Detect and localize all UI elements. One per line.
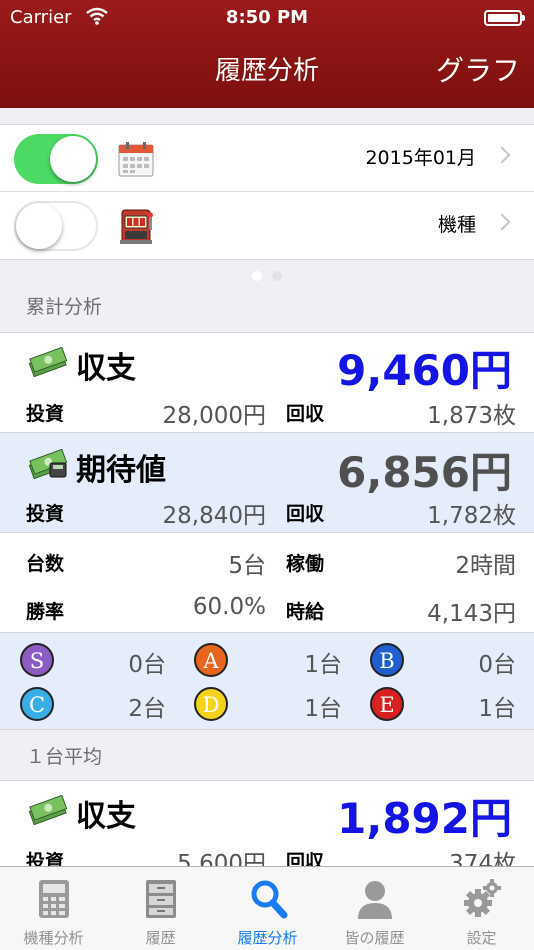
balance-value: 9,460円: [337, 346, 512, 395]
uptime-value: 2時間: [455, 553, 516, 579]
date-filter-toggle[interactable]: [14, 134, 98, 184]
expected-value-label: 期待値: [76, 453, 166, 488]
invest-value: 28,840円: [162, 503, 266, 529]
machines-value: 5台: [228, 553, 266, 579]
return-value: 1,873枚: [427, 403, 516, 429]
return-label: 回収: [286, 503, 325, 525]
tab-label: 機種分析: [23, 929, 84, 947]
rank-b-count: 0台: [478, 652, 516, 678]
model-filter-value: 機種: [437, 214, 476, 236]
rank-d-badge: D: [194, 687, 228, 721]
section-header-cumulative: 累計分析: [26, 296, 103, 318]
slot-machine-icon: [116, 206, 156, 246]
expected-value-amount: 6,856円: [337, 448, 512, 497]
machines-label: 台数: [26, 553, 65, 575]
rank-a-badge: A: [194, 643, 228, 677]
money-icon: [26, 346, 70, 378]
hourly-label: 時給: [286, 601, 325, 623]
gear-icon: [462, 877, 502, 921]
tab-everyone-history[interactable]: 皆の履歴: [321, 867, 428, 950]
expected-value-card: 期待値 6,856円 投資 28,840円 回収 1,782枚: [0, 432, 534, 532]
page-indicator[interactable]: [0, 266, 534, 282]
date-filter-value: 2015年01月: [365, 147, 476, 169]
tab-label: 履歴分析: [237, 929, 298, 947]
return-value: 1,782枚: [427, 503, 516, 529]
person-icon: [355, 877, 395, 921]
rank-s-count: 0台: [128, 652, 166, 678]
screen: Carrier 8:50 PM 履歴分析 グラフ 2015年01月 機種 累計分…: [0, 0, 534, 950]
tab-bar: 機種分析 履歴 履歴分析 皆の履歴 設定: [0, 866, 534, 950]
tab-label: 履歴: [145, 929, 176, 947]
date-filter-row[interactable]: 2015年01月: [0, 125, 534, 192]
battery-icon: [484, 10, 525, 26]
rank-c-count: 2台: [128, 696, 166, 722]
win-rate-value: 60.0%: [192, 594, 266, 620]
win-rate-label: 勝率: [26, 601, 65, 623]
chevron-right-icon: [493, 213, 511, 231]
tab-history[interactable]: 履歴: [107, 867, 214, 950]
tab-label: 皆の履歴: [344, 929, 405, 947]
rank-e-count: 1台: [478, 696, 516, 722]
navigation-bar: Carrier 8:50 PM 履歴分析 グラフ: [0, 0, 534, 108]
rank-d-count: 1台: [304, 696, 342, 722]
invest-label: 投資: [26, 403, 65, 425]
balance-label: 収支: [76, 799, 136, 834]
model-filter-toggle[interactable]: [14, 201, 98, 251]
page-dot: [252, 271, 262, 281]
model-filter-row[interactable]: 機種: [0, 192, 534, 259]
rank-a-count: 1台: [304, 652, 342, 678]
return-label: 回収: [286, 403, 325, 425]
graph-button[interactable]: グラフ: [436, 50, 520, 92]
section-header-average: １台平均: [26, 746, 103, 768]
balance-value: 1,892円: [337, 794, 512, 843]
invest-value: 28,000円: [162, 403, 266, 429]
rank-e-badge: E: [370, 687, 404, 721]
tab-settings[interactable]: 設定: [428, 867, 534, 950]
uptime-label: 稼働: [286, 553, 325, 575]
cabinet-icon: [141, 877, 181, 921]
invest-label: 投資: [26, 503, 65, 525]
money-icon: [26, 448, 70, 480]
filter-panel: 2015年01月 機種: [0, 124, 534, 260]
cumulative-balance-card: 収支 9,460円 投資 28,000円 回収 1,873枚: [0, 332, 534, 432]
search-icon: [248, 877, 288, 921]
balance-label: 収支: [76, 351, 136, 386]
calendar-icon: [116, 139, 156, 179]
money-icon: [26, 794, 70, 826]
hourly-value: 4,143円: [427, 601, 516, 627]
page-dot: [272, 271, 282, 281]
tab-history-analysis[interactable]: 履歴分析: [214, 867, 321, 950]
tab-model-analysis[interactable]: 機種分析: [0, 867, 107, 950]
calculator-icon: [34, 877, 74, 921]
stats-card: 台数 5台 稼働 2時間 勝率 60.0% 時給 4,143円: [0, 532, 534, 632]
tab-label: 設定: [466, 929, 497, 947]
rank-card: S 0台 A 1台 B 0台 C 2台 D 1台 E 1台: [0, 632, 534, 730]
rank-c-badge: C: [20, 687, 54, 721]
average-balance-card: 収支 1,892円 投資 5,600円 回収 374枚: [0, 780, 534, 880]
rank-s-badge: S: [20, 643, 54, 677]
rank-b-badge: B: [370, 643, 404, 677]
clock: 8:50 PM: [225, 7, 309, 28]
chevron-right-icon: [493, 146, 511, 164]
